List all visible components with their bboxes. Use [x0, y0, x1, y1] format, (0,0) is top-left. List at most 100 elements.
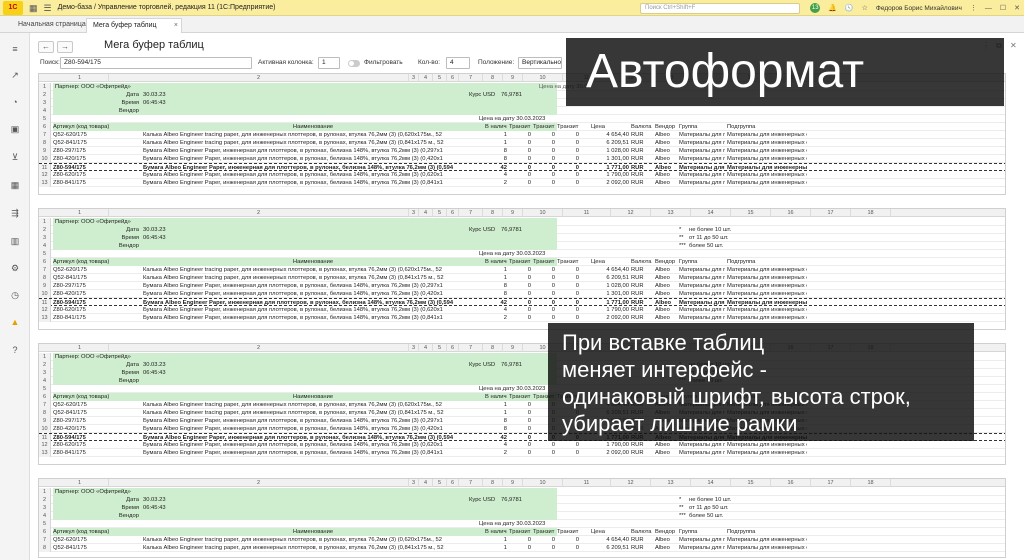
data-cell[interactable]: Q52-841/175 [53, 274, 139, 282]
column-header[interactable]: 5 [433, 209, 447, 217]
data-cell[interactable]: 8 [485, 147, 507, 155]
column-header[interactable]: 1 [51, 74, 109, 82]
column-header[interactable]: 2 [109, 209, 409, 217]
data-cell[interactable]: 0 [533, 544, 555, 552]
column-title[interactable]: Вендор [655, 528, 677, 536]
data-cell[interactable]: Материалы для инженерных систем [727, 536, 807, 544]
data-cell[interactable]: 1 301,00 [591, 155, 629, 163]
data-cell[interactable]: 0 [557, 266, 579, 274]
data-cell[interactable]: RUR [631, 306, 653, 314]
data-cell[interactable]: Z80-620/175 [53, 441, 139, 449]
data-cell[interactable]: Материалы для печати [679, 171, 725, 179]
column-header[interactable]: 18 [851, 479, 891, 487]
legend-text[interactable]: от 11 до 50 шт. [689, 504, 749, 512]
partner-cell[interactable]: Партнер: ООО «Офитрейд» [55, 83, 255, 91]
column-header[interactable]: 12 [611, 209, 651, 217]
data-cell[interactable]: Материалы для инженерных систем [727, 282, 807, 290]
data-cell[interactable]: Z80-420/175 [53, 425, 139, 433]
data-cell[interactable]: 1 790,00 [591, 171, 629, 179]
data-cell[interactable]: Z80-420/175 [53, 290, 139, 298]
data-cell[interactable]: 0 [557, 449, 579, 457]
data-cell[interactable]: Бумага Albeo Engineer Paper, инженерная … [143, 441, 483, 449]
data-cell[interactable]: 2 [485, 179, 507, 187]
data-cell[interactable]: Материалы для инженерных систем [727, 147, 807, 155]
data-cell[interactable]: 0 [533, 536, 555, 544]
data-cell[interactable]: 1 790,00 [591, 306, 629, 314]
cart-icon[interactable]: ⊻ [0, 151, 30, 163]
data-cell[interactable]: 1 [485, 544, 507, 552]
data-cell[interactable]: 0 [509, 171, 531, 179]
data-cell[interactable]: RUR [631, 179, 653, 187]
legend-text[interactable]: от 11 до 50 шт. [689, 234, 749, 242]
data-cell[interactable]: RUR [631, 441, 653, 449]
column-header[interactable]: 16 [771, 479, 811, 487]
data-cell[interactable]: RUR [631, 131, 653, 139]
column-header[interactable]: 15 [731, 209, 771, 217]
data-cell[interactable]: Albeo [655, 171, 677, 179]
column-header[interactable]: 8 [483, 479, 503, 487]
data-cell[interactable]: 0 [533, 155, 555, 163]
data-cell[interactable]: Бумага Albeo Engineer Paper, инженерная … [143, 417, 483, 425]
rate-label[interactable]: Курс USD [469, 226, 499, 234]
column-header[interactable]: 1 [51, 344, 109, 352]
legend-text[interactable]: не более 10 шт. [689, 226, 749, 234]
grid-icon[interactable]: ▦ [0, 179, 30, 191]
column-header[interactable]: 8 [483, 74, 503, 82]
close-form-icon[interactable]: ✕ [1010, 41, 1017, 50]
global-search-input[interactable]: Поиск Ctrl+Shift+F [640, 3, 800, 14]
data-cell[interactable]: 0 [557, 536, 579, 544]
data-cell[interactable]: 0 [533, 306, 555, 314]
data-cell[interactable]: 0 [509, 409, 531, 417]
data-cell[interactable]: 1 [485, 409, 507, 417]
column-header[interactable]: 6 [447, 344, 459, 352]
legend-mark[interactable]: ** [679, 504, 687, 512]
legend-mark[interactable]: * [679, 496, 687, 504]
column-header[interactable]: 4 [419, 479, 433, 487]
data-cell[interactable]: Материалы для инженерных систем [727, 449, 807, 457]
data-cell[interactable]: RUR [631, 290, 653, 298]
column-header[interactable]: 2 [109, 74, 409, 82]
data-cell[interactable]: Материалы для инженерных систем [727, 131, 807, 139]
data-cell[interactable]: Материалы для печати [679, 266, 725, 274]
data-cell[interactable]: 0 [509, 314, 531, 322]
date-cell[interactable]: 30.03.23 [143, 496, 183, 504]
data-cell[interactable]: Albeo [655, 306, 677, 314]
column-title[interactable]: Подгруппа [727, 528, 807, 536]
legend-mark[interactable]: *** [679, 242, 689, 250]
data-cell[interactable]: RUR [631, 449, 653, 457]
forward-button[interactable]: → [57, 41, 73, 53]
data-cell[interactable]: Albeo [655, 155, 677, 163]
data-cell[interactable]: 2 [485, 314, 507, 322]
column-header[interactable]: 6 [447, 209, 459, 217]
data-cell[interactable]: Материалы для инженерных систем [727, 155, 807, 163]
data-cell[interactable]: Z80-841/175 [53, 449, 139, 457]
data-cell[interactable]: 6 209,51 [591, 139, 629, 147]
data-cell[interactable]: 0 [533, 179, 555, 187]
time-cell[interactable]: 06:45:43 [143, 504, 183, 512]
legend-mark[interactable]: *** [679, 512, 689, 520]
column-title[interactable]: Валюта [631, 258, 653, 266]
data-cell[interactable]: 0 [557, 131, 579, 139]
column-header[interactable]: 12 [611, 479, 651, 487]
data-cell[interactable]: 4 654,40 [591, 536, 629, 544]
column-title[interactable]: Подгруппа [727, 258, 807, 266]
date-cell[interactable]: 30.03.23 [143, 361, 183, 369]
position-select[interactable]: Вертикально [518, 57, 562, 69]
column-header[interactable]: 13 [651, 479, 691, 487]
data-cell[interactable]: 0 [509, 441, 531, 449]
apps-grid-icon[interactable]: ▦ [29, 0, 38, 16]
rate-cell[interactable]: 76,9781 [501, 496, 535, 504]
time-label[interactable]: Время [99, 234, 139, 242]
rate-cell[interactable]: 76,9781 [501, 361, 535, 369]
back-button[interactable]: ← [38, 41, 54, 53]
column-header[interactable]: 1 [51, 479, 109, 487]
data-cell[interactable]: Бумага Albeo Engineer Paper, инженерная … [143, 306, 483, 314]
column-title[interactable]: Артикул (код товара) [53, 393, 139, 401]
data-cell[interactable]: 0 [509, 282, 531, 290]
column-title[interactable]: Артикул (код товара) [53, 123, 139, 131]
data-cell[interactable]: Albeo [655, 139, 677, 147]
data-cell[interactable]: 1 301,00 [591, 290, 629, 298]
column-title[interactable]: Транзит более [557, 258, 579, 266]
data-cell[interactable]: Материалы для печати [679, 441, 725, 449]
column-header[interactable]: 13 [651, 209, 691, 217]
